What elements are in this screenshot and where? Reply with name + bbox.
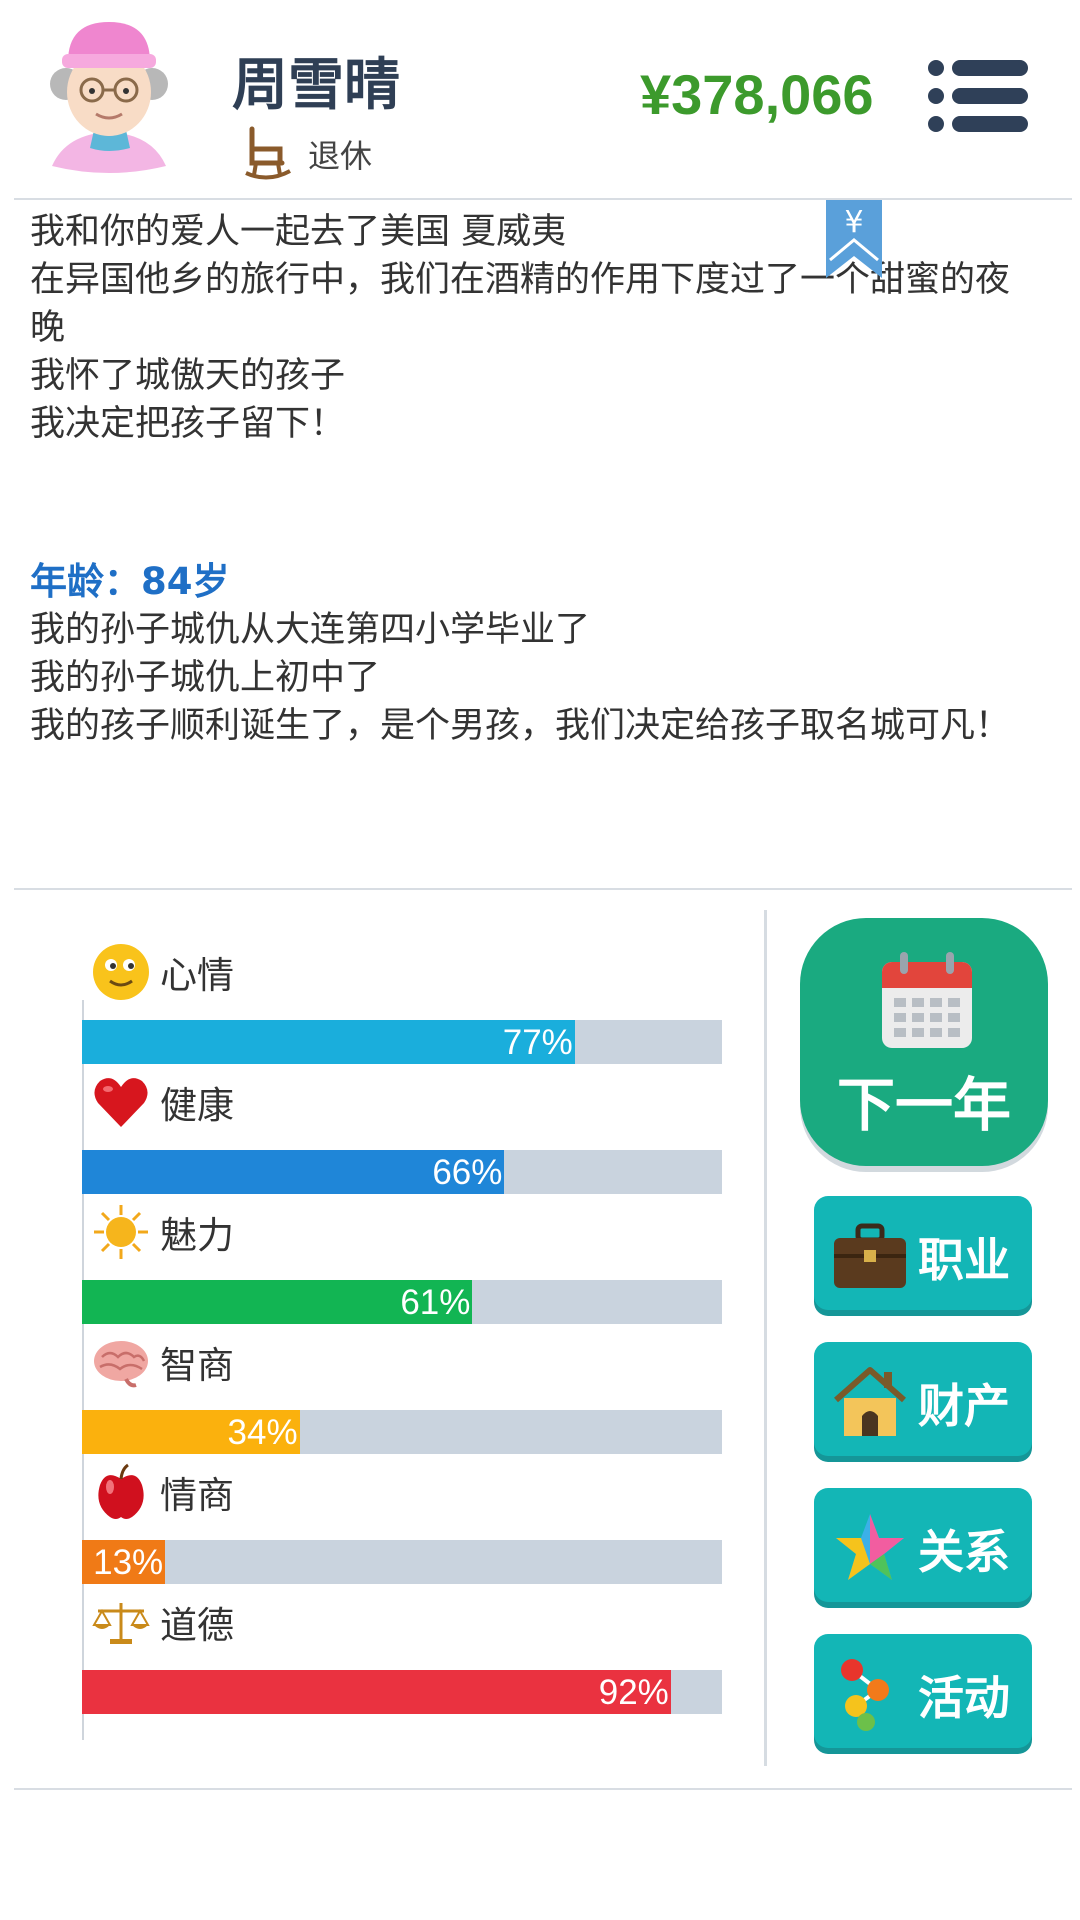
career-label: 职业 xyxy=(918,1233,1010,1287)
activities-button[interactable]: 活动 xyxy=(814,1634,1032,1748)
stat-bar: 13% xyxy=(82,1540,722,1584)
panel-separator xyxy=(764,910,767,1766)
relations-button[interactable]: 关系 xyxy=(814,1488,1032,1602)
bottom-divider xyxy=(14,1788,1072,1790)
stat-iq: 智商 34% xyxy=(82,1330,722,1460)
stat-bar: 66% xyxy=(82,1150,722,1194)
log-line: 我的孩子顺利诞生了，是个男孩，我们决定给孩子取名城可凡！ xyxy=(30,706,1011,746)
rocking-chair-icon xyxy=(245,126,291,180)
house-icon xyxy=(834,1367,906,1436)
stat-health: 健康 66% xyxy=(82,1070,722,1200)
avatar[interactable] xyxy=(46,14,172,176)
stat-mood: 心情 77% xyxy=(82,940,722,1070)
status-label: 退休 xyxy=(308,137,373,175)
sun-icon xyxy=(94,1205,148,1259)
stat-bar: 77% xyxy=(82,1020,722,1064)
activities-label: 活动 xyxy=(918,1671,1010,1725)
next-year-label: 下一年 xyxy=(836,1071,1011,1139)
briefcase-icon xyxy=(834,1223,906,1288)
assets-label: 财产 xyxy=(918,1379,1010,1433)
stat-fill: 61% xyxy=(82,1280,473,1324)
stat-fill: 13% xyxy=(82,1540,166,1584)
event-log[interactable]: 示云: 我和你的爱人一起去了美国 夏威夷 在异国他乡的旅行中，我们在酒精的作用下… xyxy=(30,198,1040,888)
stat-charm: 魅力 61% xyxy=(82,1200,722,1330)
stat-label: 智商 xyxy=(160,1344,234,1387)
heart-icon xyxy=(94,1078,148,1127)
log-line: 我怀了城傲天的孩子 xyxy=(30,356,346,396)
stat-bar: 61% xyxy=(82,1280,722,1324)
money-balance: ¥378,066 xyxy=(640,63,874,126)
stat-percent: 13% xyxy=(93,1543,164,1582)
activity-dots-icon xyxy=(841,1659,889,1731)
stat-label: 情商 xyxy=(160,1474,234,1517)
relations-label: 关系 xyxy=(918,1525,1010,1579)
stat-label: 魅力 xyxy=(160,1214,234,1257)
log-line: 我决定把孩子留下！ xyxy=(30,404,346,444)
log-line: 我和你的爱人一起去了美国 夏威夷 xyxy=(30,212,567,252)
stat-morality: 道德 92% xyxy=(82,1590,722,1720)
stat-fill: 92% xyxy=(82,1670,671,1714)
calendar-icon xyxy=(882,952,972,1048)
star-icon xyxy=(836,1514,904,1580)
stat-label: 心情 xyxy=(160,954,234,997)
stat-percent: 61% xyxy=(400,1283,471,1322)
next-year-button[interactable]: 下一年 xyxy=(800,918,1048,1166)
stat-label: 道德 xyxy=(160,1604,234,1647)
stat-percent: 77% xyxy=(502,1023,573,1062)
log-line: 我的孙子城仇上初中了 xyxy=(30,658,381,698)
bookmark-symbol: ¥ xyxy=(844,205,863,240)
stat-fill: 34% xyxy=(82,1410,300,1454)
menu-icon[interactable] xyxy=(928,58,1028,134)
brain-icon xyxy=(94,1341,148,1388)
stat-percent: 34% xyxy=(227,1413,298,1452)
stat-bar: 92% xyxy=(82,1670,722,1714)
smiley-face-icon xyxy=(93,944,149,1000)
log-divider xyxy=(14,888,1072,890)
log-line: 示云: xyxy=(30,198,1040,208)
bookmark-money-icon[interactable]: ¥ xyxy=(826,200,882,278)
career-button[interactable]: 职业 xyxy=(814,1196,1032,1310)
scales-icon xyxy=(92,1603,150,1644)
stat-fill: 77% xyxy=(82,1020,575,1064)
stat-label: 健康 xyxy=(160,1084,234,1127)
status-badge: 退休 xyxy=(244,124,372,184)
stat-eq: 情商 13% xyxy=(82,1460,722,1590)
stat-percent: 92% xyxy=(598,1673,669,1712)
player-name: 周雪晴 xyxy=(232,53,400,118)
header: 周雪晴 退休 ¥378,066 xyxy=(0,0,1080,198)
assets-button[interactable]: 财产 xyxy=(814,1342,1032,1456)
stat-bar: 34% xyxy=(82,1410,722,1454)
apple-icon xyxy=(98,1463,144,1519)
age-heading: 年龄：84岁 xyxy=(30,560,230,603)
stat-percent: 66% xyxy=(432,1153,503,1192)
log-line: 在异国他乡的旅行中，我们在酒精的作用下度过了一个甜蜜的夜晚 xyxy=(30,260,1011,348)
stat-fill: 66% xyxy=(82,1150,505,1194)
stats-panel: 心情 77% 健康 66% 魅力 61% 智商 34% 情商 13% 道德 92… xyxy=(82,940,722,1740)
log-line: 我的孙子城仇从大连第四小学毕业了 xyxy=(30,610,591,650)
